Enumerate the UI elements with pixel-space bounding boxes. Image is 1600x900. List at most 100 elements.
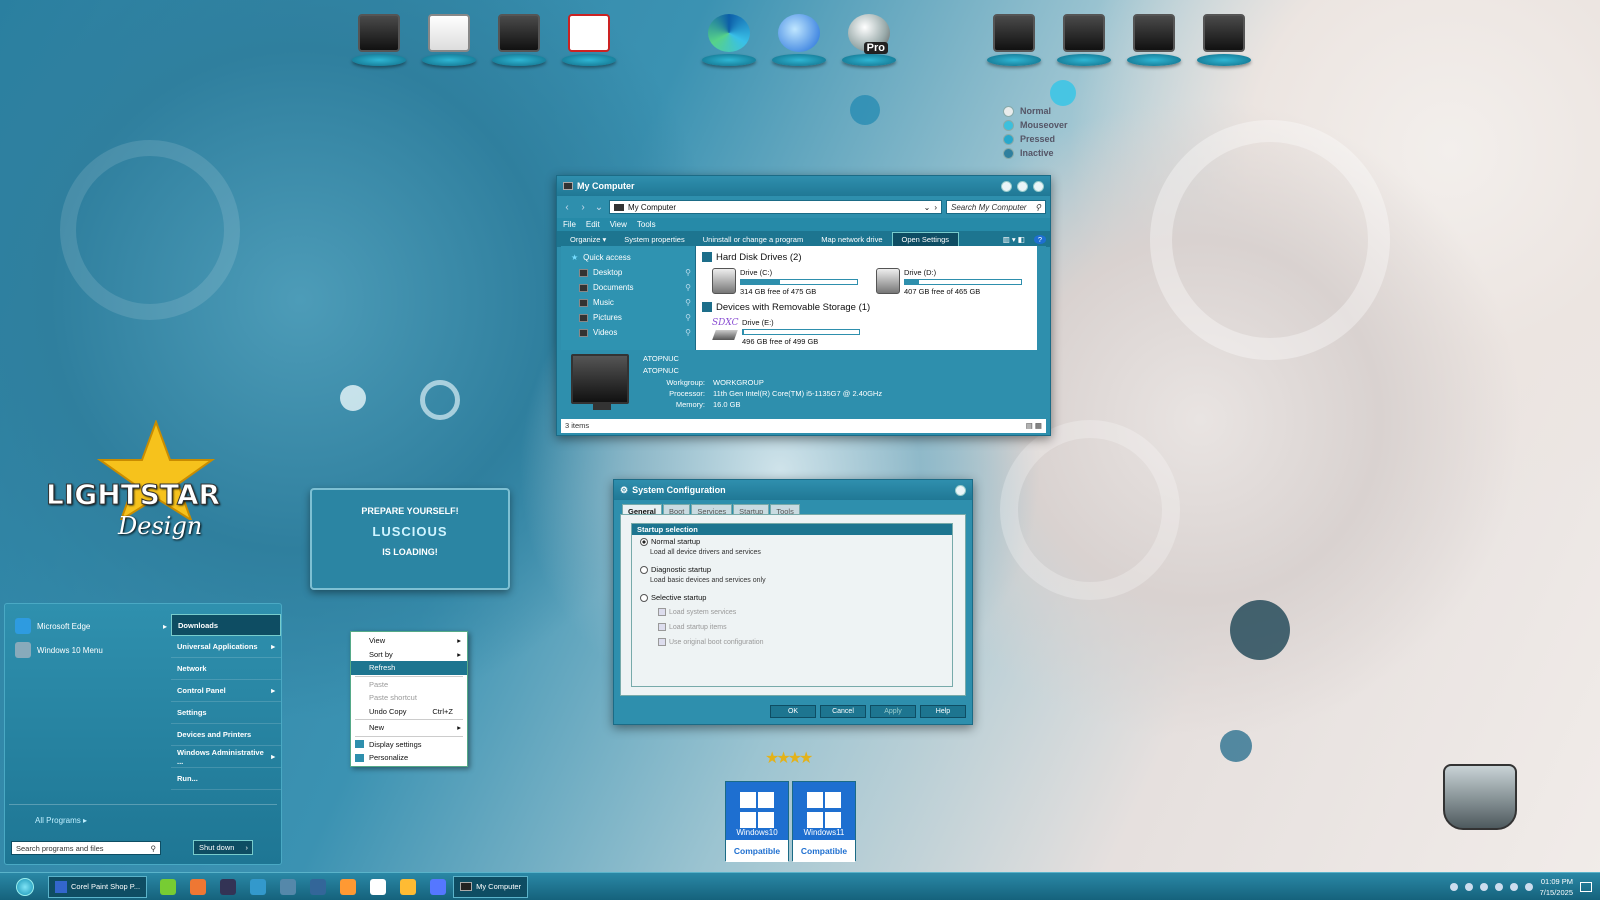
menu-view[interactable]: View xyxy=(610,220,627,229)
network-icon[interactable] xyxy=(250,878,267,895)
view-toggle-icon[interactable]: ▤ ▦ xyxy=(1026,421,1042,430)
back-arrow-icon[interactable]: ‹ xyxy=(561,202,573,213)
stack-icon[interactable] xyxy=(310,878,327,895)
globe-icon[interactable] xyxy=(280,878,297,895)
normal-startup-radio[interactable]: Normal startup xyxy=(640,537,700,546)
network-dish-icon[interactable] xyxy=(490,10,548,66)
command-button[interactable]: System properties xyxy=(615,233,693,246)
context-item-personalize[interactable]: Personalize xyxy=(351,751,467,765)
start-search-input[interactable]: Search programs and files ⚲ xyxy=(11,841,161,855)
close-button[interactable] xyxy=(955,484,966,496)
selective-startup-radio[interactable]: Selective startup xyxy=(640,593,706,602)
context-item-sort-by[interactable]: Sort by ▸ xyxy=(351,648,467,662)
title-bar[interactable]: ⚙ System Configuration xyxy=(614,480,972,500)
start-link-network[interactable]: Network xyxy=(171,658,281,680)
apply-button[interactable]: Apply xyxy=(870,705,916,718)
chat-icon[interactable] xyxy=(430,878,447,895)
command-button[interactable]: Open Settings xyxy=(891,231,960,247)
drive-icon[interactable] xyxy=(1125,10,1183,66)
start-link-devices-and-printers[interactable]: Devices and Printers xyxy=(171,724,281,746)
group-header-hdd[interactable]: Hard Disk Drives (2) xyxy=(702,250,1031,264)
minimize-button[interactable] xyxy=(1001,180,1012,192)
media-icon[interactable] xyxy=(340,878,357,895)
tray-icon[interactable] xyxy=(1524,882,1533,891)
go-arrow-icon[interactable]: › xyxy=(934,203,937,212)
help-button[interactable]: Help xyxy=(920,705,966,718)
command-button[interactable]: Map network drive xyxy=(812,233,891,246)
drive-icon[interactable] xyxy=(1195,10,1253,66)
start-link-run-[interactable]: Run... xyxy=(171,768,281,790)
nav-item-pictures[interactable]: Pictures ⚲ xyxy=(561,310,695,325)
start-pinned-item[interactable]: Microsoft Edge ▸ xyxy=(9,614,167,638)
all-programs-link[interactable]: All Programs ▸ xyxy=(35,816,87,825)
menu-file[interactable]: File xyxy=(563,220,576,229)
shutdown-button[interactable]: Shut down › xyxy=(193,840,253,855)
context-item-undo-copy[interactable]: Undo Copy Ctrl+Z xyxy=(351,705,467,719)
start-link-downloads[interactable]: Downloads xyxy=(171,614,281,636)
start-button[interactable] xyxy=(16,877,34,896)
globe-pro-icon[interactable]: Pro xyxy=(840,10,898,66)
tray-icon[interactable] xyxy=(1479,882,1488,891)
context-item-paste-shortcut[interactable]: Paste shortcut xyxy=(351,691,467,705)
nav-item-music[interactable]: Music ⚲ xyxy=(561,295,695,310)
documents-icon[interactable] xyxy=(420,10,478,66)
nav-item-videos[interactable]: Videos ⚲ xyxy=(561,325,695,340)
drive-e[interactable]: SDXC Drive (E:) 496 GB free of 499 GB xyxy=(712,318,862,346)
menu-edit[interactable]: Edit xyxy=(586,220,600,229)
drive-icon[interactable] xyxy=(1055,10,1113,66)
start-link-control-panel[interactable]: Control Panel ▸ xyxy=(171,680,281,702)
context-item-paste[interactable]: Paste xyxy=(351,678,467,692)
recycle-icon[interactable] xyxy=(160,878,177,895)
shield-icon[interactable] xyxy=(370,878,387,895)
view-options-icon[interactable]: ▥ ▾ ◧ xyxy=(994,233,1034,246)
help-icon[interactable]: ? xyxy=(1033,234,1046,244)
recycle-bin-icon[interactable] xyxy=(1443,764,1517,830)
group-header-removable[interactable]: Devices with Removable Storage (1) xyxy=(702,300,1031,314)
tray-icon[interactable] xyxy=(1449,882,1458,891)
search-input[interactable]: Search My Computer ⚲ xyxy=(946,200,1046,214)
start-link-universal-applications[interactable]: Universal Applications ▸ xyxy=(171,636,281,658)
start-pinned-item[interactable]: Windows 10 Menu xyxy=(9,638,167,662)
menu-tools[interactable]: Tools xyxy=(637,220,656,229)
ok-button[interactable]: OK xyxy=(770,705,816,718)
tray-icon[interactable] xyxy=(1509,882,1518,891)
notifications-icon[interactable] xyxy=(1580,881,1592,892)
camera-drive-icon[interactable] xyxy=(985,10,1043,66)
tray-icon[interactable] xyxy=(1464,882,1473,891)
maximize-button[interactable] xyxy=(1017,180,1028,192)
weather-icon[interactable] xyxy=(400,878,417,895)
context-item-display-settings[interactable]: Display settings xyxy=(351,738,467,752)
tray-icon[interactable] xyxy=(1494,882,1503,891)
monitor-icon[interactable] xyxy=(350,10,408,66)
scrollbar[interactable] xyxy=(1037,246,1046,350)
edge-icon[interactable] xyxy=(700,10,758,66)
taskbar-app-button[interactable]: Corel Paint Shop P... xyxy=(48,875,148,898)
context-item-view[interactable]: View ▸ xyxy=(351,634,467,648)
nav-item-desktop[interactable]: Desktop ⚲ xyxy=(561,265,695,280)
taskbar-my-computer[interactable]: My Computer xyxy=(453,875,529,898)
diagnostic-startup-radio[interactable]: Diagnostic startup xyxy=(640,565,711,574)
command-button[interactable]: Organize ▾ xyxy=(561,233,615,246)
address-bar[interactable]: My Computer ⌄ › xyxy=(609,200,942,214)
forward-arrow-icon[interactable]: › xyxy=(577,202,589,213)
command-button[interactable]: Uninstall or change a program xyxy=(694,233,812,246)
nav-item-quick-access[interactable]: ★ Quick access xyxy=(561,250,695,265)
close-button[interactable] xyxy=(1033,180,1044,192)
nav-item-documents[interactable]: Documents ⚲ xyxy=(561,280,695,295)
clock[interactable]: 01:09 PM 7/15/2025 xyxy=(1540,876,1573,898)
cancel-button[interactable]: Cancel xyxy=(820,705,866,718)
obs-icon[interactable] xyxy=(220,878,237,895)
context-item-new[interactable]: New ▸ xyxy=(351,721,467,735)
drive-d[interactable]: Drive (D:) 407 GB free of 465 GB xyxy=(876,268,1026,296)
folder-icon[interactable] xyxy=(190,878,207,895)
context-item-refresh[interactable]: Refresh xyxy=(351,661,467,675)
thunderbird-icon[interactable] xyxy=(770,10,828,66)
calendar-check-icon[interactable] xyxy=(560,10,618,66)
recent-chevron-icon[interactable]: ⌄ xyxy=(593,202,605,213)
start-link-windows-administrative-[interactable]: Windows Administrative ... ▸ xyxy=(171,746,281,768)
title-bar[interactable]: My Computer xyxy=(557,176,1050,196)
chevron-right-icon[interactable]: › xyxy=(246,843,249,852)
drive-c[interactable]: Drive (C:) 314 GB free of 475 GB xyxy=(712,268,862,296)
chevron-down-icon[interactable]: ⌄ xyxy=(924,203,931,212)
start-link-settings[interactable]: Settings xyxy=(171,702,281,724)
